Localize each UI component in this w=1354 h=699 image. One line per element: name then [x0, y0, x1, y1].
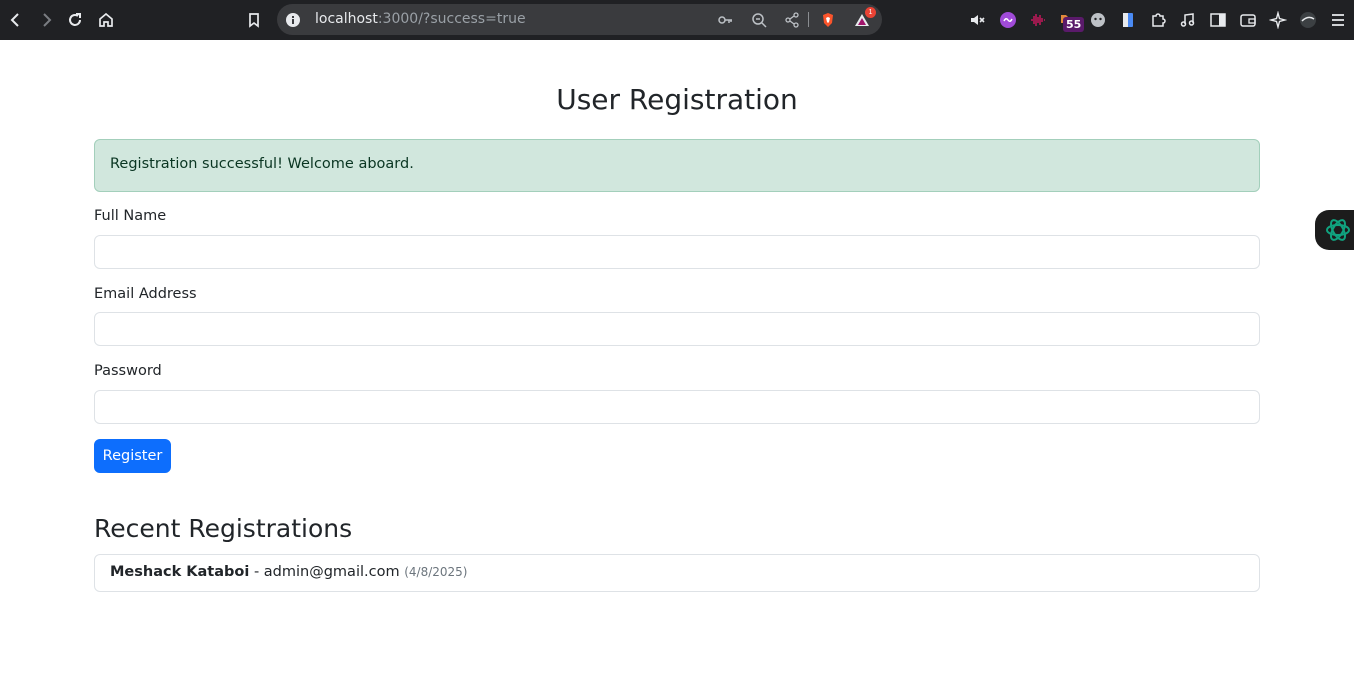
key-icon[interactable]	[715, 10, 735, 30]
page-title: User Registration	[556, 83, 798, 116]
extension-purple-icon[interactable]	[996, 8, 1020, 32]
ai-assistant-button[interactable]	[1315, 210, 1354, 250]
registration-date: (4/8/2025)	[404, 565, 468, 579]
registrant-name: Meshack Kataboi	[110, 564, 250, 580]
url-path: :3000/?success=true	[377, 11, 526, 27]
url-text[interactable]: localhost:3000/?success=true	[315, 11, 526, 27]
email-label: Email Address	[94, 286, 197, 302]
reload-icon[interactable]	[63, 8, 87, 32]
media-icon[interactable]	[1176, 8, 1200, 32]
register-button[interactable]: Register	[94, 439, 171, 473]
forward-icon[interactable]	[34, 8, 58, 32]
leo-icon[interactable]	[1266, 8, 1290, 32]
browser-toolbar: localhost:3000/?success=true 1 55	[0, 0, 1354, 40]
shields-badge: 1	[865, 7, 876, 18]
extensions-icon[interactable]	[1146, 8, 1170, 32]
extension-face-icon[interactable]	[1086, 8, 1110, 32]
full-name-input[interactable]	[94, 235, 1260, 269]
url-host: localhost	[315, 11, 378, 27]
extension-badge: 55	[1063, 17, 1085, 32]
recent-registrations-title: Recent Registrations	[94, 514, 353, 543]
site-info-icon[interactable]	[283, 10, 303, 30]
recent-registrations-list: Meshack Kataboi - admin@gmail.com (4/8/2…	[94, 554, 1260, 592]
profile-avatar-icon[interactable]	[1296, 8, 1320, 32]
zoom-icon[interactable]	[749, 10, 769, 30]
brave-shields-icon[interactable]	[818, 10, 838, 30]
email-input[interactable]	[94, 312, 1260, 346]
full-name-label: Full Name	[94, 208, 167, 224]
address-bar[interactable]: localhost:3000/?success=true 1	[277, 4, 882, 35]
success-alert: Registration successful! Welcome aboard.	[94, 139, 1260, 192]
mute-icon[interactable]	[966, 8, 990, 32]
bookmark-icon[interactable]	[242, 8, 266, 32]
extension-docs-icon[interactable]	[1116, 8, 1140, 32]
share-icon[interactable]	[782, 10, 802, 30]
home-icon[interactable]	[94, 8, 118, 32]
back-icon[interactable]	[4, 8, 28, 32]
url-divider	[808, 12, 809, 27]
rewards-icon[interactable]: 1	[852, 7, 876, 30]
password-input[interactable]	[94, 390, 1260, 424]
audio-wave-icon[interactable]	[1026, 8, 1050, 32]
item-separator: -	[249, 564, 264, 580]
wallet-icon[interactable]	[1236, 8, 1260, 32]
ai-assistant-icon	[1326, 219, 1350, 241]
password-label: Password	[94, 363, 162, 379]
registrant-email: admin@gmail.com	[263, 564, 400, 580]
menu-icon[interactable]	[1326, 8, 1350, 32]
sidebar-icon[interactable]	[1206, 8, 1230, 32]
list-item: Meshack Kataboi - admin@gmail.com (4/8/2…	[110, 564, 467, 580]
